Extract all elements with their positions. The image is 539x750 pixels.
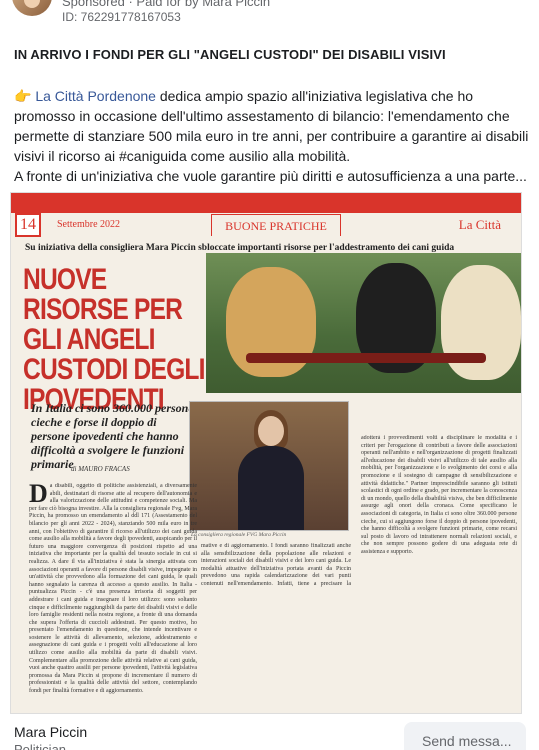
page-link[interactable]: La Città Pordenone [35, 88, 156, 104]
poster-name[interactable]: Mara Piccin [14, 724, 87, 740]
guide-dogs-photo [206, 253, 521, 393]
article-red-bar [11, 193, 521, 213]
post-headline: IN ARRIVO I FONDI PER GLI "ANGELI CUSTOD… [14, 47, 446, 62]
article-column-1: Da disabili, oggetto di politiche assist… [29, 483, 197, 708]
article-column-1-text: a disabili, oggetto di politiche assiste… [29, 483, 197, 695]
article-brand: La Città [458, 217, 501, 232]
article-dropcap: D [29, 483, 48, 508]
article-title: NUOVE RISORSE PER GLI ANGELI CUSTODI DEG… [23, 263, 205, 416]
article-image[interactable]: 14 Settembre 2022 BUONE PRATICHE La Citt… [10, 192, 522, 714]
article-byline: di MAURO FRACAS [71, 465, 130, 473]
avatar[interactable] [12, 0, 52, 16]
article-header: 14 Settembre 2022 BUONE PRATICHE La Citt… [11, 193, 521, 239]
article-date: Settembre 2022 [57, 219, 121, 230]
person-body [238, 446, 304, 530]
article-column-3: adotterà i provvedimenti volti a discipl… [361, 435, 517, 555]
photo-caption: La consigliera regionale FVG Mara Piccin [191, 532, 287, 538]
send-message-button[interactable]: Send messa... [404, 722, 526, 750]
guide-harness [246, 353, 486, 363]
post-id: ID: 762291778167053 [62, 10, 181, 24]
article-column-2: mative e di aggiornamento. I fondi saran… [201, 543, 351, 587]
article-page-number: 14 [15, 213, 41, 237]
sponsored-label: Sponsored · Paid for by Mara Piccin [62, 0, 271, 9]
article-section: BUONE PRATICHE [211, 214, 341, 236]
article-subtitle: In Italia ci sono 360.000 persone cieche… [31, 401, 194, 471]
pointing-hand-icon: 👉 [14, 88, 32, 104]
body-line-2: A fronte di un'iniziativa che vuole gara… [14, 168, 527, 184]
article-kicker: Su iniziativa della consigliera Mara Pic… [25, 243, 455, 253]
poster-subtitle: Politician [14, 742, 67, 750]
post-body: 👉 La Città Pordenone dedica ampio spazio… [14, 86, 530, 186]
post-header: Sponsored · Paid for by Mara Piccin ID: … [0, 0, 539, 32]
person-head [258, 416, 284, 446]
councillor-photo [189, 401, 349, 531]
